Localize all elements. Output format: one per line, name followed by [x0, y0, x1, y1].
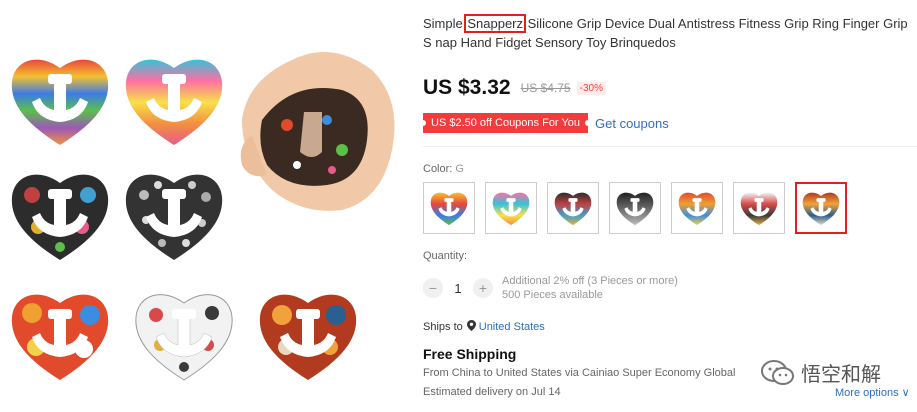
bulk-discount-text: Additional 2% off (3 Pieces or more): [502, 275, 678, 287]
product-info-panel: Simple Snapperz Silicone Grip Device Dua…: [419, 0, 917, 412]
quantity-stepper: − 1 + Additional 2% off (3 Pieces or mor…: [423, 274, 678, 302]
quantity-increase-button[interactable]: +: [473, 278, 493, 298]
title-highlight: Snapperz: [464, 14, 527, 33]
more-options-link[interactable]: More options ∨: [835, 386, 910, 399]
estimated-delivery: Estimated delivery on Jul 14: [423, 386, 561, 398]
quantity-label: Quantity:: [423, 250, 468, 262]
heart-swatch-icon: [554, 192, 592, 226]
original-price: US $4.75: [520, 81, 571, 95]
title-prefix: Simple: [423, 16, 467, 31]
color-swatch-e[interactable]: [671, 182, 723, 234]
color-swatch-list: [423, 182, 847, 234]
quantity-decrease-button[interactable]: −: [423, 278, 443, 298]
color-label: Color: G: [423, 163, 464, 175]
product-image-hand-holding[interactable]: [232, 40, 400, 215]
heart-swatch-icon: [492, 192, 530, 226]
color-swatch-d[interactable]: [609, 182, 661, 234]
product-image-rainbow-heart[interactable]: [8, 50, 112, 150]
color-label-text: Color:: [423, 163, 453, 175]
heart-swatch-icon: [802, 192, 840, 226]
watermark: 悟空和解: [761, 358, 881, 387]
color-swatch-b[interactable]: [485, 182, 537, 234]
product-image-paisley-heart[interactable]: [8, 165, 112, 265]
product-image-skull-heart[interactable]: [122, 165, 226, 265]
wechat-icon: [761, 359, 794, 385]
location-pin-icon: [466, 320, 476, 334]
color-swatch-a[interactable]: [423, 182, 475, 234]
color-selected-value: G: [455, 163, 464, 175]
product-title: Simple Snapperz Silicone Grip Device Dua…: [423, 14, 915, 52]
watermark-text: 悟空和解: [801, 364, 881, 386]
shipping-detail: From China to United States via Cainiao …: [423, 367, 736, 379]
quantity-info: Additional 2% off (3 Pieces or more) 500…: [502, 274, 678, 302]
divider: [423, 146, 917, 147]
free-shipping-heading: Free Shipping: [423, 346, 517, 362]
stock-available-text: 500 Pieces available: [502, 289, 603, 301]
ship-country-link[interactable]: United States: [479, 321, 545, 333]
heart-swatch-icon: [616, 192, 654, 226]
coupon-row: US $2.50 off Coupons For You Get coupons: [419, 113, 669, 133]
ships-to-row: Ships to United States: [423, 320, 545, 334]
get-coupons-link[interactable]: Get coupons: [595, 116, 669, 131]
coupon-badge: US $2.50 off Coupons For You: [419, 113, 592, 133]
product-image-gallery: [0, 0, 400, 412]
heart-swatch-icon: [740, 192, 778, 226]
color-swatch-c[interactable]: [547, 182, 599, 234]
heart-swatch-icon: [430, 192, 468, 226]
color-swatch-g[interactable]: [795, 182, 847, 234]
product-image-flower-heart[interactable]: [8, 285, 112, 385]
current-price: US $3.32: [423, 76, 511, 99]
heart-swatch-icon: [678, 192, 716, 226]
quantity-input[interactable]: 1: [443, 281, 473, 296]
color-swatch-f[interactable]: [733, 182, 785, 234]
price-row: US $3.32 US $4.75 -30%: [423, 76, 606, 100]
product-image-candy-heart[interactable]: [122, 50, 226, 150]
product-image-eagle-heart[interactable]: [256, 285, 360, 385]
discount-badge: -30%: [576, 81, 606, 95]
product-image-sticker-heart[interactable]: [132, 285, 236, 385]
ships-to-label: Ships to: [423, 321, 463, 333]
